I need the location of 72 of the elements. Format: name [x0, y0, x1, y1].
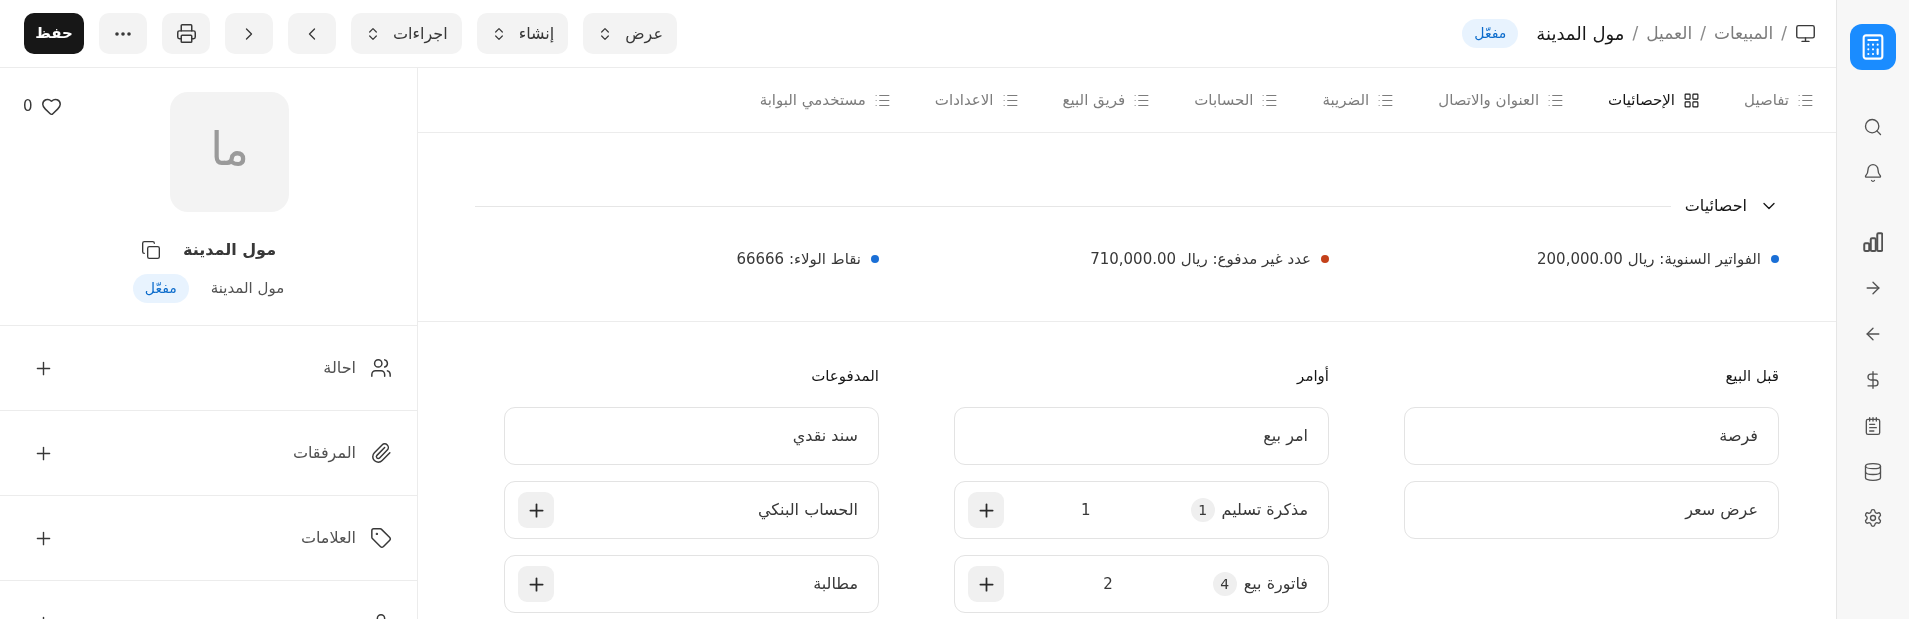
breadcrumb-link[interactable]: المبيعات [1713, 20, 1774, 47]
count-badge: 4 [1212, 572, 1237, 596]
statistic-text: نقاط الولاء: 66666 [736, 249, 861, 270]
tab[interactable]: الإحصائيات [1608, 88, 1701, 112]
link-card[interactable]: الحساب البنكي [504, 481, 879, 539]
paperclip-icon [370, 442, 392, 464]
status-badge: مفعّل [1462, 19, 1519, 48]
link-card[interactable]: امر بيع [954, 407, 1329, 465]
avatar: ما [170, 92, 289, 212]
like-button[interactable]: 0 [23, 95, 62, 118]
app-logo[interactable] [1850, 24, 1896, 70]
search-icon[interactable] [1863, 117, 1883, 137]
add-button[interactable] [518, 566, 554, 602]
link-card[interactable]: مطالبة [504, 555, 879, 613]
section-label: احالة [323, 357, 356, 379]
users-icon [370, 357, 392, 379]
tab[interactable]: العنوان والاتصال [1438, 88, 1565, 112]
link-label: عرض سعر [1685, 499, 1758, 522]
count-badge: 1 [1190, 498, 1215, 522]
ellipsis-icon [115, 31, 131, 36]
tab[interactable]: مستخدمي البوابة [759, 88, 891, 112]
link-count: 1 [1081, 499, 1091, 521]
link-card[interactable]: عرض سعر [1404, 481, 1779, 539]
add-button[interactable] [968, 492, 1004, 528]
grid-icon [1683, 91, 1701, 109]
breadcrumb-link[interactable]: مول المدينة [1536, 20, 1625, 47]
link-label: مطالبة [813, 573, 858, 595]
statistic-text: الفواتير السنوية: ريال 200,000.00 [1537, 249, 1761, 270]
add-button[interactable] [968, 566, 1004, 602]
print-button[interactable] [162, 13, 210, 54]
collapse-toggle[interactable]: احصائيات [1684, 194, 1779, 218]
section-label: العلامات [300, 527, 356, 549]
bar-chart-icon[interactable] [1863, 232, 1883, 252]
dropdown-button[interactable]: إنشاء [476, 13, 569, 54]
breadcrumb-separator: / [1700, 21, 1706, 45]
link-card[interactable]: سند نقدي [504, 407, 879, 465]
add-button[interactable] [518, 492, 554, 528]
link-label: سند نقدي [792, 425, 858, 448]
copy-icon[interactable] [140, 240, 161, 260]
save-button[interactable]: حفظ [24, 13, 84, 54]
link-label: مذكرة تسليم [1221, 499, 1308, 522]
tab[interactable]: تفاصيل [1744, 88, 1814, 112]
tab[interactable]: الحسابات [1194, 88, 1279, 112]
status-badge: مفعّل [132, 274, 189, 303]
group-heading: قبل البيع [1724, 366, 1779, 387]
tab[interactable]: الاعدادات [934, 88, 1019, 112]
printer-icon [175, 23, 197, 44]
statistic-text: عدد غير مدفوع: ريال 710,000.00 [1090, 249, 1311, 270]
tag-icon [370, 527, 392, 549]
breadcrumb-separator: / [1632, 21, 1639, 45]
link-label: فاتورة بيع [1243, 573, 1308, 596]
link-count: 2 [1103, 573, 1113, 595]
bell-icon[interactable] [1863, 163, 1883, 183]
section-label: المرفقات [292, 442, 356, 465]
tab[interactable]: الضريبة [1322, 88, 1395, 112]
link-label: الحساب البنكي [757, 499, 858, 522]
breadcrumb-separator: / [1781, 21, 1787, 45]
monitor-icon[interactable] [1795, 23, 1816, 44]
dropdown-button[interactable]: اجراءات [351, 13, 462, 54]
tab[interactable]: فريق البيع [1062, 88, 1151, 112]
settings-icon[interactable] [1863, 508, 1883, 528]
link-label: فرصة [1719, 425, 1758, 448]
customer-subtitle: مول المدينة [210, 278, 285, 300]
group-heading: المدفوعات [810, 366, 879, 387]
link-label: امر بيع [1263, 425, 1308, 448]
notepad-icon[interactable] [1863, 416, 1883, 436]
dropdown-button[interactable]: عرض [583, 13, 677, 54]
customer-name: مول المدينة [182, 239, 277, 261]
breadcrumb-link[interactable]: العميل [1646, 20, 1693, 47]
database-icon[interactable] [1863, 462, 1883, 482]
link-card[interactable]: فرصة [1404, 407, 1779, 465]
group-heading: أوامر [1295, 365, 1329, 387]
